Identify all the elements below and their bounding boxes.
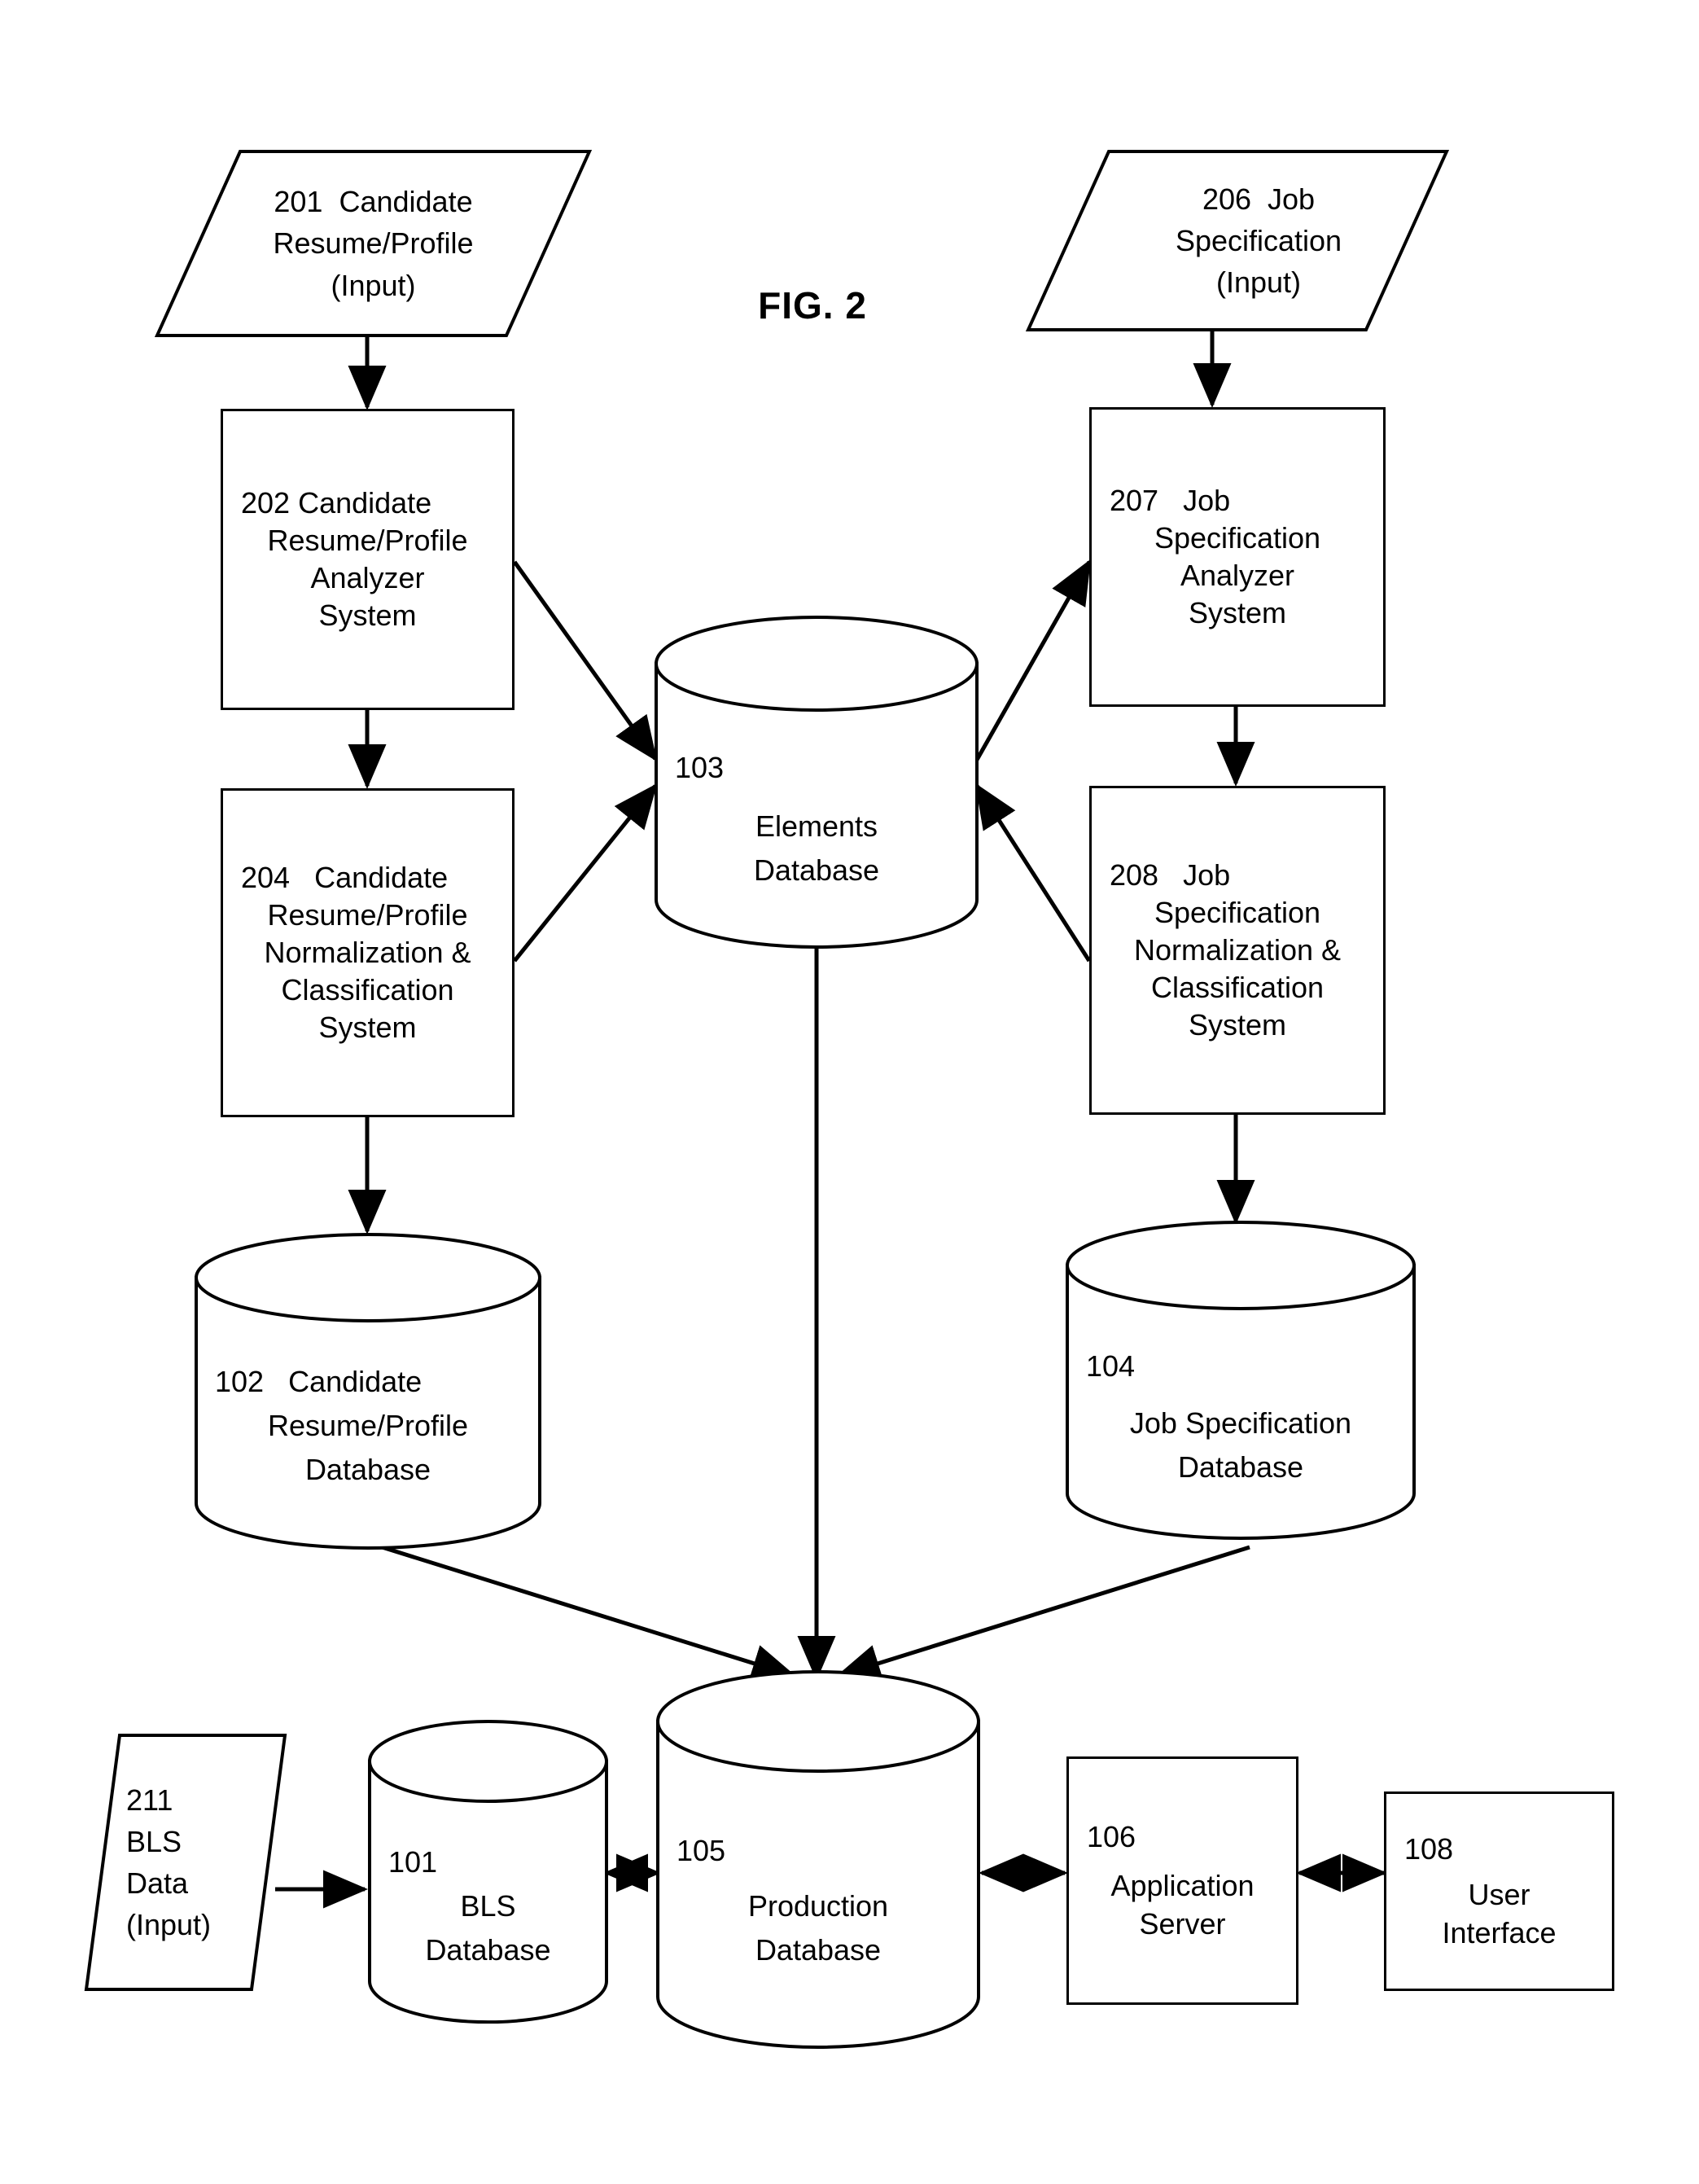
node-211-label: 211 BLS Data (Input)	[84, 1733, 287, 1992]
node-108-line-1: 108	[1404, 1832, 1454, 1866]
node-101-line-3: Database	[425, 1933, 551, 1967]
node-108-user-interface: 108 User Interface	[1384, 1791, 1614, 1991]
node-103-line-1: 103	[675, 751, 725, 784]
node-104-job-spec-database: 104 Job Specification Database	[1065, 1220, 1417, 1542]
node-106-line-3: Server	[1139, 1906, 1226, 1941]
node-206-label: 206 Job Specification (Input)	[1026, 149, 1470, 332]
node-106-application-server: 106 Application Server	[1066, 1756, 1298, 2005]
node-106-line-1: 106	[1087, 1820, 1136, 1854]
figure-canvas: FIG. 2 201 Candidate Resume/Profile (Inp…	[0, 0, 1699, 2184]
node-104-label: 104 Job Specification Database	[1065, 1220, 1417, 1542]
node-204-line-3: Normalization &	[264, 935, 471, 969]
node-101-bls-database: 101 BLS Database	[367, 1719, 609, 2024]
edge-204-103	[513, 783, 658, 963]
node-207-line-3: Analyzer	[1180, 559, 1295, 592]
node-207-job-spec-analyzer: 207 Job Specification Analyzer System	[1089, 407, 1386, 707]
node-207-line-4: System	[1188, 596, 1287, 630]
edge-104-105	[835, 1545, 1250, 1682]
node-207-line-1: 207 Job	[1110, 483, 1231, 517]
node-102-line-1: 102 Candidate	[215, 1365, 423, 1398]
edge-102-105	[376, 1543, 797, 1682]
node-101-line-2: BLS	[460, 1889, 516, 1923]
node-101-label: 101 BLS Database	[367, 1719, 609, 2024]
node-206-job-spec-input: 206 Job Specification (Input)	[1025, 149, 1450, 332]
node-204-line-2: Resume/Profile	[267, 897, 468, 932]
node-202-candidate-analyzer: 202 Candidate Resume/Profile Analyzer Sy…	[221, 409, 515, 710]
node-201-line-3: (Input)	[331, 268, 416, 302]
node-208-job-spec-normalization: 208 Job Specification Normalization & Cl…	[1089, 786, 1386, 1115]
node-208-line-3: Normalization &	[1133, 932, 1342, 967]
node-202-line-1: 202 Candidate	[241, 485, 432, 520]
node-201-candidate-resume-input: 201 Candidate Resume/Profile (Input)	[154, 149, 593, 338]
node-211-line-1: 211	[126, 1783, 173, 1817]
node-105-label: 105 Production Database	[655, 1669, 981, 2052]
node-102-candidate-database: 102 Candidate Resume/Profile Database	[194, 1232, 542, 1551]
node-208-line-4: Classification	[1150, 971, 1325, 1005]
node-204-candidate-normalization: 204 Candidate Resume/Profile Normalizati…	[221, 788, 515, 1117]
node-104-line-3: Database	[1177, 1449, 1304, 1484]
figure-title: FIG. 2	[758, 284, 867, 327]
node-208-line-5: System	[1188, 1008, 1287, 1042]
node-103-label: 103 Elements Database	[654, 615, 979, 949]
node-206-line-1: 206 Job	[1202, 182, 1316, 216]
node-204-line-4: Classification	[281, 973, 454, 1007]
edge-208-103	[974, 783, 1092, 963]
node-102-line-3: Database	[304, 1453, 431, 1486]
node-211-line-4: (Input)	[126, 1908, 212, 1942]
node-206-line-2: Specification	[1175, 223, 1342, 257]
edge-202-103	[512, 560, 658, 762]
node-211-line-2: BLS	[126, 1824, 182, 1858]
node-103-elements-database: 103 Elements Database	[654, 615, 979, 949]
node-104-line-2: Job Specification	[1129, 1406, 1352, 1440]
node-211-bls-data-input: 211 BLS Data (Input)	[84, 1733, 287, 1992]
node-108-line-2: User	[1468, 1878, 1530, 1912]
node-105-line-3: Database	[755, 1933, 882, 1967]
node-211-line-3: Data	[126, 1866, 189, 1900]
node-102-line-2: Resume/Profile	[267, 1409, 469, 1442]
node-105-line-2: Production	[747, 1889, 889, 1923]
node-103-line-3: Database	[753, 853, 880, 887]
node-207-line-2: Specification	[1154, 520, 1321, 555]
node-206-line-3: (Input)	[1215, 265, 1302, 300]
node-208-line-1: 208 Job	[1110, 857, 1231, 892]
node-204-line-1: 204 Candidate	[241, 860, 449, 894]
node-202-line-2: Resume/Profile	[267, 523, 468, 557]
node-202-line-4: System	[318, 599, 417, 633]
node-201-line-1: 201 Candidate	[274, 185, 473, 219]
edge-103-207	[974, 559, 1092, 761]
node-201-label: 201 Candidate Resume/Profile (Input)	[155, 149, 592, 338]
node-202-line-3: Analyzer	[310, 561, 425, 594]
node-102-label: 102 Candidate Resume/Profile Database	[194, 1232, 542, 1551]
node-104-line-1: 104	[1086, 1349, 1136, 1383]
node-105-line-1: 105	[677, 1834, 726, 1867]
node-108-line-3: Interface	[1442, 1915, 1557, 1949]
node-105-production-database: 105 Production Database	[655, 1669, 981, 2052]
node-201-line-2: Resume/Profile	[273, 226, 474, 261]
node-103-line-2: Elements	[755, 809, 878, 843]
node-204-line-5: System	[318, 1011, 417, 1045]
node-101-line-1: 101	[388, 1845, 438, 1879]
node-106-line-2: Application	[1110, 1869, 1255, 1903]
node-208-line-2: Specification	[1154, 895, 1321, 929]
